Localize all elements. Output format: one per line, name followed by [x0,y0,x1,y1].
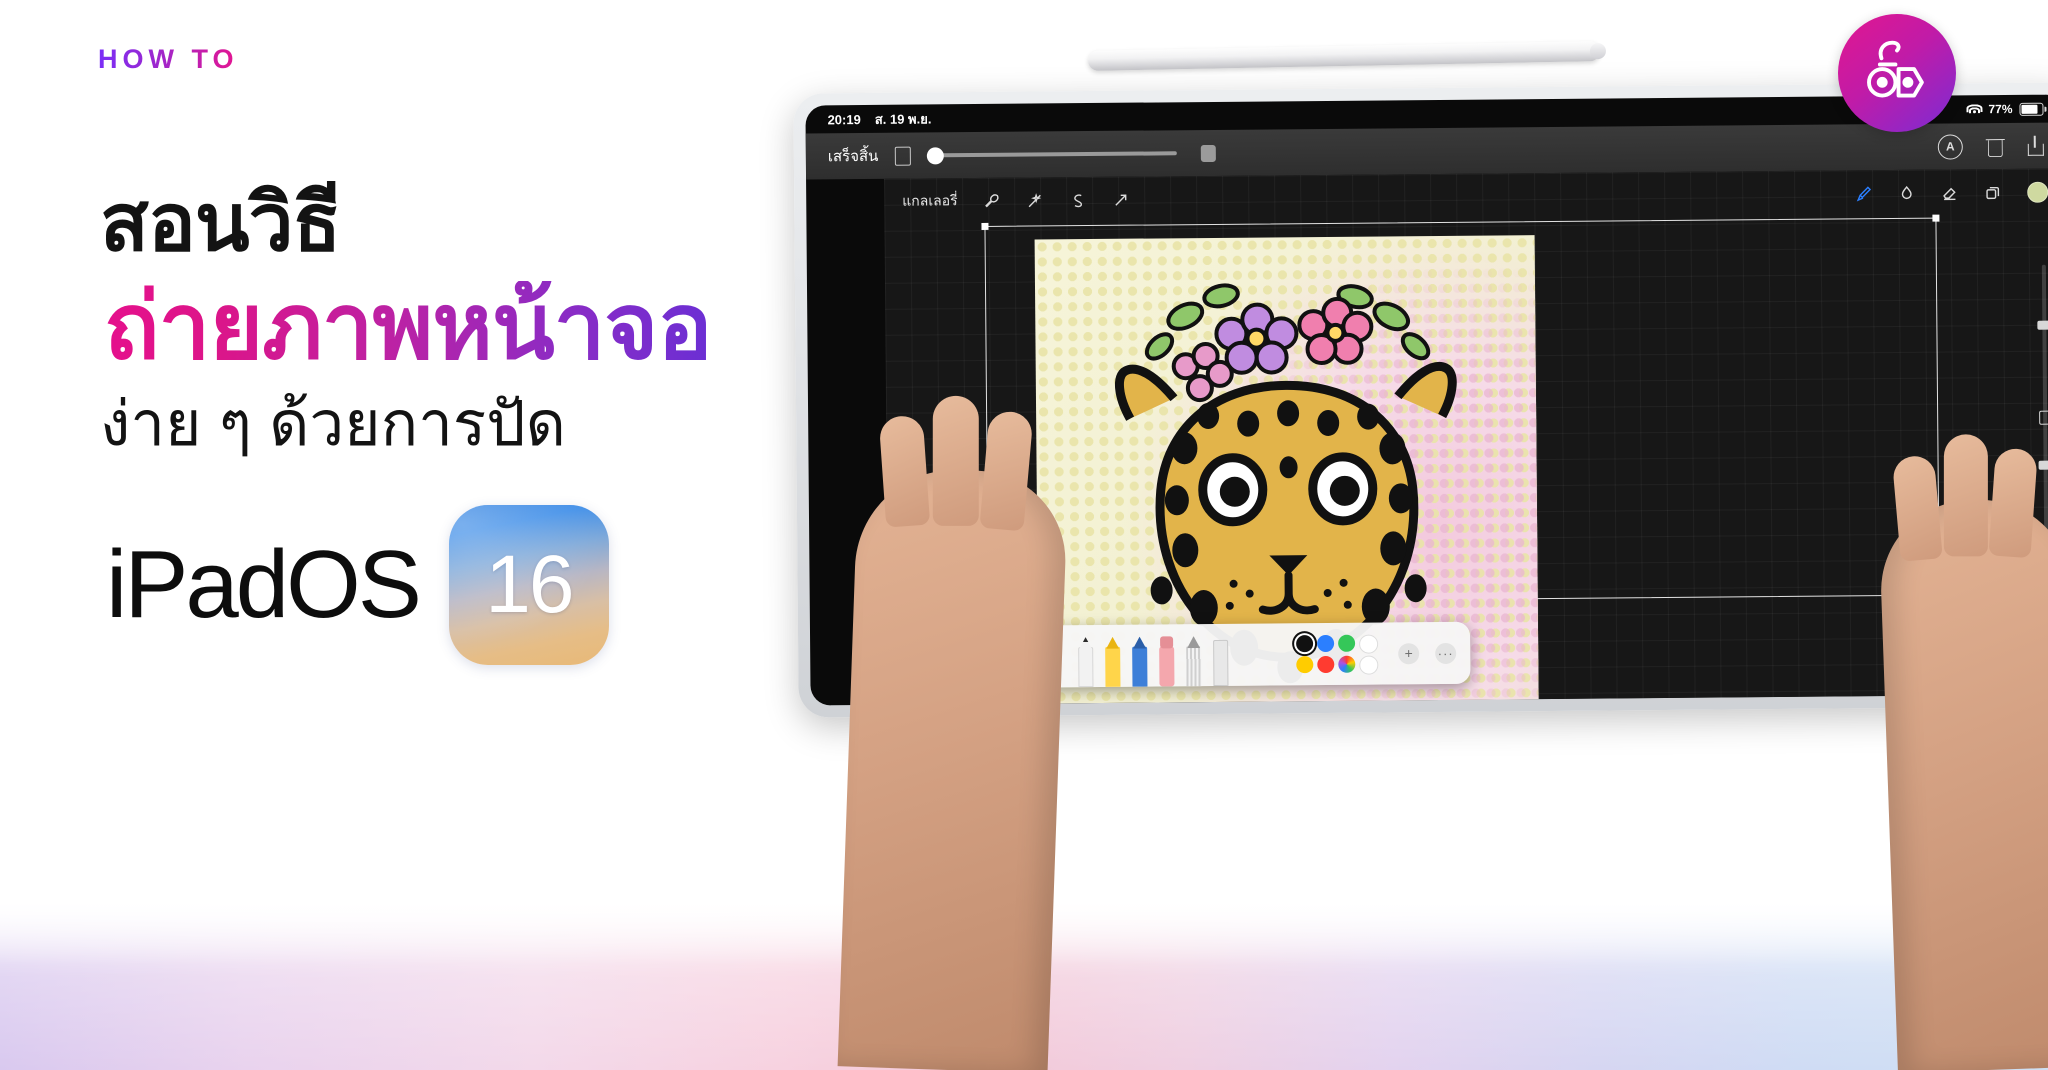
selection-s-icon[interactable] [1070,192,1087,209]
headline-line-1: สอนวิธี [100,178,341,267]
swatch-empty[interactable] [1359,655,1379,675]
selection-handle-tl[interactable] [981,222,989,230]
trash-icon[interactable] [1987,136,2004,157]
circle-a-icon[interactable]: A [1937,133,1963,160]
left-text-panel: HOW TO สอนวิธี ถ่ายภาพหน้าจอ ง่าย ๆ ด้วย… [0,0,820,1070]
swatch-red[interactable] [1317,655,1335,674]
eraser-icon[interactable] [1941,184,1958,201]
size-slider-knob[interactable] [2037,320,2048,330]
ipados-version-badge: 16 [448,505,609,665]
status-time: 20:19 [827,111,861,127]
battery-percent: 77% [1988,101,2013,117]
eraser-tool[interactable] [1159,636,1175,687]
right-hand [1878,434,2048,1070]
slider-track [940,151,1177,158]
opacity-slider-knob[interactable] [2038,460,2048,470]
procreate-left-tools [984,191,1130,209]
headline-line-3: ง่าย ๆ ด้วยการปัด [100,390,566,459]
status-date: ส. 19 พ.ย. [874,110,932,127]
battery-icon [2019,102,2044,116]
ipados-lockup: iPadOS 16 [106,505,609,665]
swatch-black[interactable] [1296,635,1314,653]
swatch-color-wheel[interactable] [1338,655,1356,673]
swatch-blue[interactable] [1317,634,1335,653]
brush-icon[interactable] [1855,185,1872,202]
crop-slider[interactable] [926,145,1177,164]
pen-tool[interactable] [1078,637,1094,688]
square-icon[interactable] [2039,410,2048,425]
swatch-green[interactable] [1338,634,1356,652]
highlighter-tool[interactable] [1105,637,1121,687]
wrench-icon[interactable] [984,192,1001,209]
left-hand [837,395,1069,1070]
markup-tool-palette: + ··· [999,621,1471,688]
square-icon[interactable] [1200,144,1216,162]
ipados-version-number: 16 [485,539,574,630]
pencil-tool[interactable] [1132,637,1148,687]
headline-line-2: ถ่ายภาพหน้าจอ [104,276,713,378]
apple-pencil [1087,41,1601,71]
plus-icon[interactable]: + [1398,642,1420,664]
done-button[interactable]: เสร็จสิ้น [828,144,879,168]
color-swatch-button[interactable] [2027,181,2048,203]
lasso-tool[interactable] [1186,636,1202,687]
swatch-white[interactable] [1359,634,1379,654]
device-scene: 20:19 ส. 19 พ.ย. 77% เสร็จสิ้น A แกลเลอร… [793,0,2048,1070]
ipados-wordmark: iPadOS [106,531,422,638]
layers-icon[interactable] [1984,184,2001,201]
status-bar-left: 20:19 ส. 19 พ.ย. [827,108,931,130]
site-logo [1838,14,1956,132]
slider-knob[interactable] [926,146,944,164]
color-swatches [1296,634,1379,675]
magic-wand-icon[interactable] [1027,192,1044,209]
share-icon[interactable] [2028,136,2044,156]
eyebrow-label: HOW TO [98,44,239,74]
transform-arrow-icon[interactable] [1113,191,1130,208]
wifi-icon [1966,103,1983,115]
selection-handle-tr[interactable] [1932,214,1940,222]
smudge-icon[interactable] [1898,184,1915,201]
ellipsis-icon[interactable]: ··· [1435,642,1457,664]
status-bar-right: 77% [1966,101,2044,117]
procreate-right-tools [1855,181,2048,204]
rectangle-icon[interactable] [894,146,911,166]
screenshot-toolbar-right: A [1937,133,2044,160]
pen-tools-row [1078,624,1229,688]
swatch-yellow[interactable] [1296,656,1314,674]
ruler-tool[interactable] [1213,636,1229,686]
poster-canvas: HOW TO สอนวิธี ถ่ายภาพหน้าจอ ง่าย ๆ ด้วย… [0,0,2048,1070]
gallery-button[interactable]: แกลเลอรี่ [902,190,958,212]
logo-mark-icon [1867,40,1924,98]
